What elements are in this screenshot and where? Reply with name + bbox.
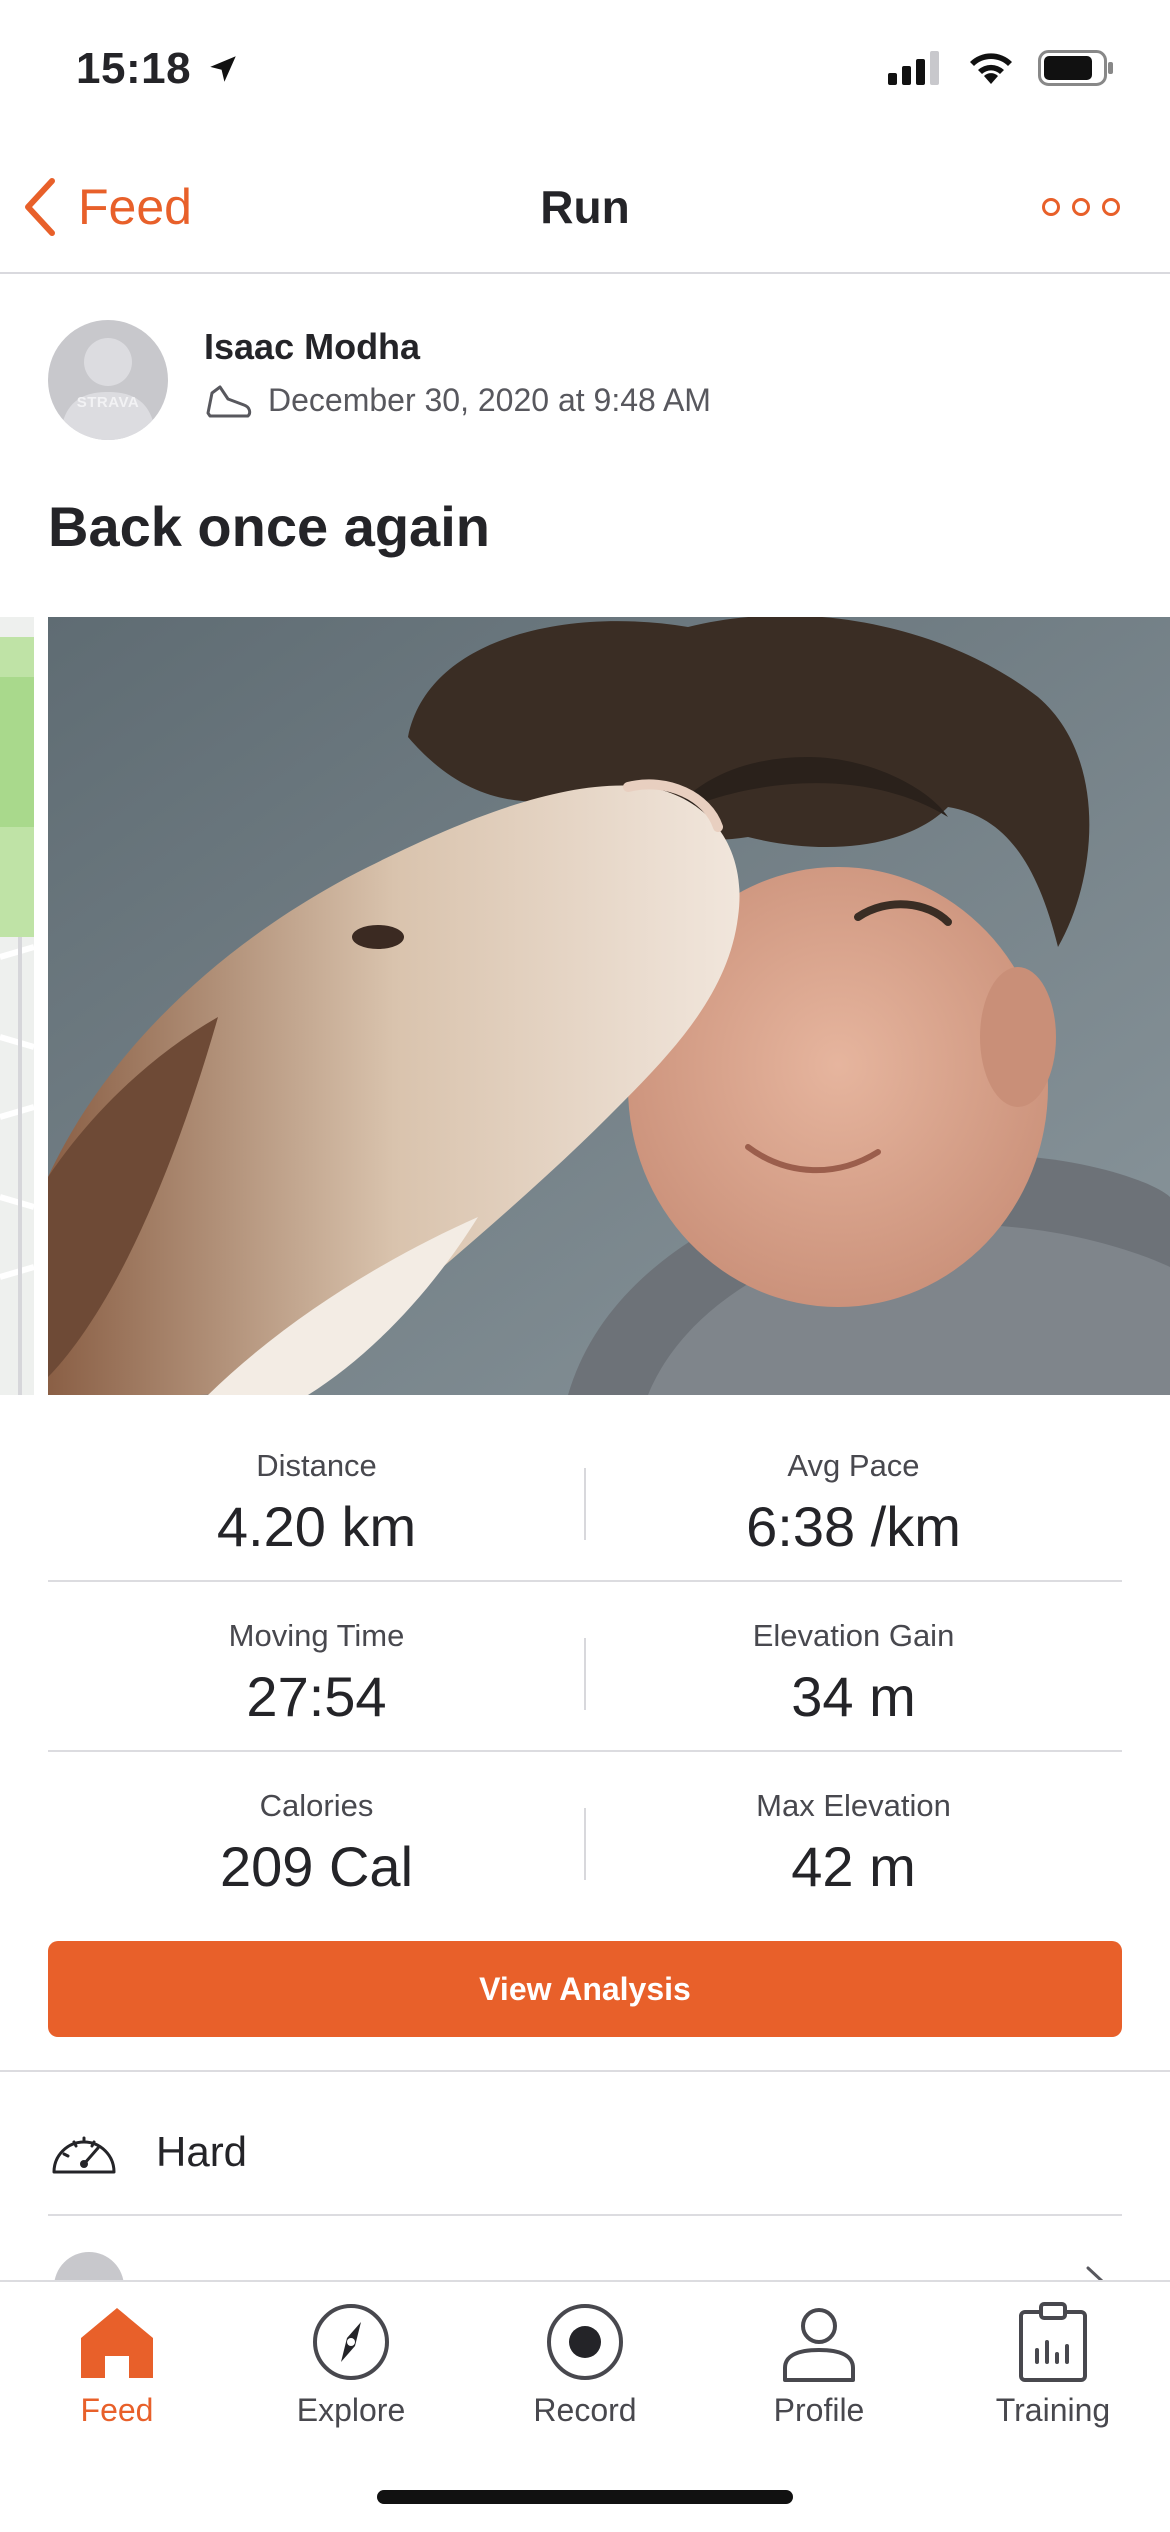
stat-max-elevation: Max Elevation 42 m: [585, 1752, 1122, 1922]
stat-value: 209 Cal: [219, 1835, 414, 1898]
cellular-signal-icon: [888, 51, 939, 85]
status-time: 15:18: [76, 44, 192, 93]
stat-label: Distance: [256, 1448, 377, 1483]
status-bar: 15:18: [0, 0, 1170, 140]
avatar-placeholder-icon: [60, 338, 156, 440]
tab-profile[interactable]: Profile: [702, 2282, 936, 2442]
media-carousel[interactable]: [0, 617, 1170, 1395]
tab-label: Profile: [773, 2392, 865, 2428]
stats-row: Moving Time 27:54 Elevation Gain 34 m: [48, 1582, 1122, 1752]
avatar-label: STRAVA: [76, 394, 140, 411]
avatar[interactable]: STRAVA: [48, 320, 168, 440]
navigation-bar: Feed Run: [0, 150, 1170, 274]
tab-explore[interactable]: Explore: [234, 2282, 468, 2442]
person-icon: [783, 2308, 855, 2382]
page-title: Run: [540, 181, 630, 233]
route-map-thumbnail[interactable]: [0, 617, 34, 1395]
stat-value: 4.20 km: [216, 1495, 417, 1558]
stats-row: Distance 4.20 km Avg Pace 6:38 /km: [48, 1412, 1122, 1582]
activity-title: Back once again: [48, 495, 490, 558]
stat-moving-time: Moving Time 27:54: [48, 1582, 585, 1752]
activity-datetime: December 30, 2020 at 9:48 AM: [268, 382, 711, 418]
compass-icon: [313, 2304, 389, 2380]
run-shoe-icon: [206, 385, 252, 417]
section-divider: [0, 2070, 1170, 2072]
perceived-effort-row[interactable]: Hard: [48, 2090, 1122, 2216]
stat-calories: Calories 209 Cal: [48, 1752, 585, 1922]
athlete-name[interactable]: Isaac Modha: [204, 326, 420, 368]
stat-label: Elevation Gain: [752, 1618, 955, 1653]
home-indicator[interactable]: [377, 2490, 793, 2504]
stat-label: Max Elevation: [756, 1788, 951, 1823]
speedometer-icon: [52, 2136, 116, 2174]
view-analysis-button[interactable]: View Analysis: [48, 1941, 1122, 2037]
activity-stats: Distance 4.20 km Avg Pace 6:38 /km Movin…: [48, 1412, 1122, 1922]
stat-value: 6:38 /km: [746, 1495, 961, 1558]
with-athletes-row[interactable]: [48, 2236, 1122, 2286]
stat-avg-pace: Avg Pace 6:38 /km: [585, 1412, 1122, 1582]
tab-label: Explore: [296, 2392, 406, 2428]
tab-training[interactable]: Training: [936, 2282, 1170, 2442]
athlete-header: STRAVA Isaac Modha December 30, 2020 at …: [48, 320, 1148, 440]
status-indicators: [888, 50, 1114, 86]
stat-value: 34 m: [791, 1665, 916, 1728]
tab-label: Training: [995, 2392, 1111, 2428]
stat-label: Moving Time: [228, 1618, 405, 1653]
stat-value: 27:54: [246, 1665, 387, 1728]
record-icon: [547, 2304, 623, 2380]
home-icon: [81, 2308, 153, 2378]
clipboard-chart-icon: [1019, 2302, 1087, 2382]
stat-value: 42 m: [791, 1835, 916, 1898]
tab-label: Feed: [80, 2392, 154, 2428]
tab-record[interactable]: Record: [468, 2282, 702, 2442]
stat-label: Avg Pace: [787, 1448, 920, 1483]
tab-label: Record: [533, 2392, 637, 2428]
location-arrow-icon: [210, 56, 236, 82]
activity-photo[interactable]: [48, 617, 1170, 1395]
stats-row: Calories 209 Cal Max Elevation 42 m: [48, 1752, 1122, 1922]
stat-elevation-gain: Elevation Gain 34 m: [585, 1582, 1122, 1752]
perceived-effort-label: Hard: [156, 2128, 248, 2175]
more-options-icon[interactable]: [1042, 198, 1120, 216]
stat-label: Calories: [259, 1788, 374, 1823]
tab-feed[interactable]: Feed: [0, 2282, 234, 2442]
battery-icon: [1038, 50, 1113, 86]
wifi-icon: [970, 53, 1012, 84]
activity-meta: December 30, 2020 at 9:48 AM: [204, 382, 711, 419]
stat-distance: Distance 4.20 km: [48, 1412, 585, 1582]
